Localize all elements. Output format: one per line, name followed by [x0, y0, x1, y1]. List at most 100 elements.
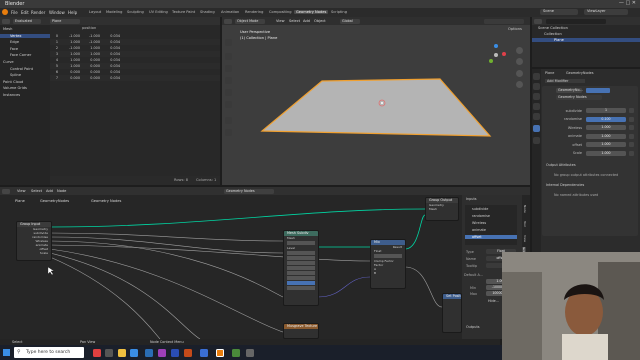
domain-tree-item[interactable]: Spline	[10, 73, 21, 77]
menu-file[interactable]: File	[11, 10, 18, 15]
taskbar-app-icon-ae[interactable]	[171, 349, 179, 357]
modifier-input-field[interactable]: 1.000	[586, 150, 626, 156]
group-output-socket-mesh[interactable]: Mesh	[426, 207, 458, 211]
menu-window[interactable]: Window	[49, 10, 65, 15]
inputs-section-title[interactable]: Inputs	[466, 197, 477, 201]
add-modifier-button[interactable]: Add Modifier	[545, 79, 585, 83]
group-input-list-item[interactable]: randomise	[465, 214, 517, 218]
tab-layout[interactable]: Layout	[89, 10, 101, 14]
outliner-scene-collection[interactable]: Scene Collection	[538, 26, 568, 30]
tab-texture-paint[interactable]: Texture Paint	[172, 10, 195, 14]
attribute-toggle-icon[interactable]	[629, 150, 634, 156]
tab-animation[interactable]: Animation	[221, 10, 239, 14]
file-explorer-icon[interactable]	[118, 349, 126, 357]
hide-value-checkbox[interactable]: Hide...	[488, 299, 499, 303]
taskbar-app-icon-chrome[interactable]	[200, 349, 208, 357]
column-header-position[interactable]: position	[82, 26, 96, 30]
attribute-toggle-icon[interactable]	[629, 133, 634, 139]
group-input-list-item[interactable]: animate	[465, 228, 517, 232]
spreadsheet-editor-type-icon[interactable]	[2, 18, 10, 24]
blender-logo-icon[interactable]	[2, 9, 8, 15]
modifier-input-field[interactable]: 1.000	[586, 133, 626, 139]
object-tab-icon[interactable]	[533, 113, 540, 120]
domain-tree-item[interactable]: Curve	[3, 60, 14, 64]
tab-compositing[interactable]: Compositing	[269, 10, 292, 14]
domain-tree-item[interactable]: Vertex	[0, 33, 50, 38]
taskbar-app-icon-2[interactable]	[232, 349, 240, 357]
subdivide-node-field-3[interactable]	[287, 261, 315, 265]
subdivide-node[interactable]: Mesh Subdiv Mesh Level	[283, 230, 319, 306]
texture-node[interactable]: Musgrave Texture	[283, 323, 319, 339]
scene-selector[interactable]: Scene	[540, 9, 578, 15]
tab-shading[interactable]: Shading	[200, 10, 215, 14]
outliner-editor-type-icon[interactable]	[534, 18, 542, 24]
menu-render[interactable]: Render	[31, 10, 45, 15]
modifier-name-field[interactable]: GeometryNo...	[556, 88, 583, 93]
subdivide-node-field-selected[interactable]	[287, 281, 315, 285]
domain-tree-item[interactable]: Instances	[3, 93, 20, 97]
tab-geometry-nodes[interactable]: Geometry Nodes	[294, 10, 329, 14]
sidebar-tab-tool[interactable]: Tool	[523, 221, 527, 227]
mix-node-float[interactable]: Float	[371, 249, 405, 253]
outliner-search-input[interactable]	[546, 18, 606, 24]
physics-tab-icon[interactable]	[533, 137, 540, 144]
taskbar-search-placeholder[interactable]: Type here to search	[26, 350, 70, 355]
menu-edit[interactable]: Edit	[21, 10, 29, 15]
outliner-plane[interactable]: Plane	[532, 38, 640, 42]
taskbar-app-icon-ps[interactable]	[145, 349, 153, 357]
tab-rendering[interactable]: Rendering	[245, 10, 263, 14]
mix-node-b[interactable]: B	[371, 271, 405, 275]
tab-sculpting[interactable]: Sculpting	[127, 10, 144, 14]
outliner-collection[interactable]: Collection	[544, 32, 562, 36]
output-tab-icon[interactable]	[533, 93, 540, 100]
domain-tree-item[interactable]: Face	[10, 47, 18, 51]
tab-scripting[interactable]: Scripting	[331, 10, 347, 14]
subdivide-node-field-1[interactable]	[287, 251, 315, 255]
taskbar-app-icon-pr[interactable]	[158, 349, 166, 357]
plane-mesh[interactable]	[222, 17, 530, 185]
modifier-input-field[interactable]: 1.000	[586, 125, 626, 130]
attribute-toggle-icon[interactable]	[629, 108, 634, 113]
tab-uv-editing[interactable]: UV Editing	[149, 10, 168, 14]
taskbar-app-icon-3[interactable]	[246, 349, 254, 357]
outputs-section-title[interactable]: Outputs	[466, 325, 480, 329]
3d-viewport[interactable]: Object Mode View Select Add Object Globa…	[222, 17, 530, 185]
taskbar-blender-icon[interactable]	[216, 349, 224, 357]
subdivide-node-field-6[interactable]	[287, 276, 315, 280]
group-input-list-item[interactable]: subdivide	[465, 207, 517, 211]
scene-tab-icon[interactable]	[533, 103, 540, 110]
sidebar-tab-node[interactable]: Node	[523, 205, 527, 213]
taskbar-search[interactable]: ⚲ Type here to search	[14, 347, 84, 358]
subdivide-node-row-mesh[interactable]: Mesh	[284, 236, 318, 240]
output-attributes-section[interactable]: Output Attributes	[546, 163, 576, 167]
subdivide-node-dropdown[interactable]	[287, 241, 315, 245]
group-input-node[interactable]: Group Input Geometry subdivide randomise…	[16, 221, 52, 261]
view-layer-selector[interactable]: ViewLayer	[584, 9, 628, 15]
domain-tree-item[interactable]: Control Point	[10, 67, 33, 71]
mix-node-dropdown[interactable]	[374, 254, 402, 258]
modifier-tab-icon[interactable]	[533, 125, 540, 132]
subdivide-node-field-7[interactable]	[287, 286, 315, 290]
edge-browser-icon[interactable]	[130, 349, 138, 357]
modifier-visibility-toggles[interactable]	[586, 88, 610, 93]
sidebar-tab-view[interactable]: View	[523, 235, 527, 242]
domain-tree-item[interactable]: Point Cloud	[3, 80, 23, 84]
windows-start-icon[interactable]	[3, 349, 10, 356]
set-position-node[interactable]: Set Position	[442, 293, 462, 333]
internal-dependencies-section[interactable]: Internal Dependencies	[546, 183, 584, 187]
node-group-selector[interactable]: Geometry Nodes	[556, 95, 602, 100]
group-output-node[interactable]: Group Output Geometry Mesh	[425, 197, 459, 221]
group-input-socket-scale[interactable]: Scale	[17, 251, 51, 255]
object-breadcrumb[interactable]: Plane	[50, 18, 80, 24]
tab-modeling[interactable]: Modeling	[106, 10, 122, 14]
window-controls[interactable]: — □ ✕	[619, 0, 636, 6]
subdivide-node-row-level[interactable]: Level	[284, 246, 318, 250]
tool-tab-icon[interactable]	[533, 73, 540, 80]
attribute-toggle-icon[interactable]	[629, 116, 634, 122]
modifier-input-field[interactable]: 1.000	[586, 142, 626, 147]
group-input-list-item[interactable]: Wireless	[465, 221, 517, 225]
modifier-input-field[interactable]: 0.100	[586, 116, 626, 122]
evaluation-mode-dropdown[interactable]: Evaluated	[13, 18, 41, 24]
menu-help[interactable]: Help	[68, 10, 77, 15]
domain-tree-item[interactable]: Face Corner	[10, 53, 31, 57]
